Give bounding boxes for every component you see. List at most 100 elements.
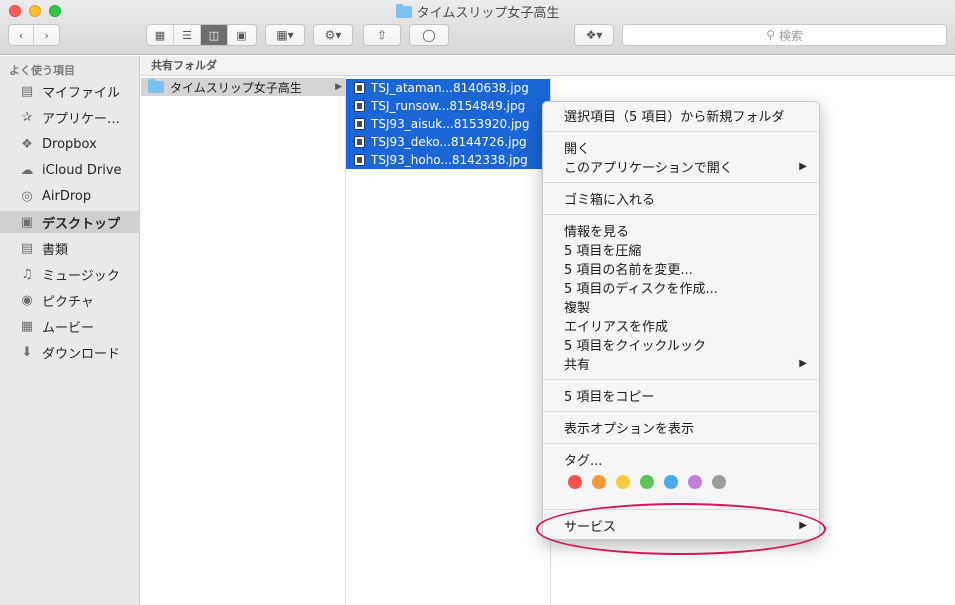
sidebar-item-label: アプリケー…: [42, 111, 121, 127]
tag-button[interactable]: ◯: [409, 24, 449, 46]
gear-icon: ⚙▾: [324, 28, 342, 42]
sidebar-item-downloads[interactable]: ⬇ ダウンロード: [0, 341, 140, 363]
arrange-button[interactable]: ▦▾: [265, 24, 305, 46]
sidebar-item-movies[interactable]: ▦ ムービー: [0, 315, 140, 337]
sidebar-item-icloud-drive[interactable]: ☁ iCloud Drive: [0, 159, 140, 181]
film-icon: ▦: [20, 318, 34, 334]
dropbox-icon: ❖▾: [585, 28, 603, 42]
column-view-button[interactable]: ◫: [201, 25, 228, 45]
menu-item-quick-look[interactable]: 5 項目をクイックルック: [543, 335, 819, 354]
sidebar-item-label: Dropbox: [42, 136, 97, 152]
share-button[interactable]: ⇧: [363, 24, 401, 46]
image-thumbnail-icon: [354, 100, 365, 112]
back-button[interactable]: ‹: [9, 25, 35, 45]
sidebar-item-pictures[interactable]: ◉ ピクチャ: [0, 289, 140, 311]
file-row[interactable]: TSJ93_deko...8144726.jpg: [346, 133, 550, 151]
sidebar-item-all-files[interactable]: ▤ マイファイル: [0, 80, 140, 102]
file-name: TSJ_ataman...8140638.jpg: [371, 81, 529, 95]
context-menu: 選択項目（5 項目）から新規フォルダ 開く このアプリケーションで開く ▶ ゴミ箱…: [542, 101, 820, 540]
tag-gray-dot[interactable]: [712, 475, 726, 489]
desktop-icon: ▣: [20, 214, 34, 230]
tag-green-dot[interactable]: [640, 475, 654, 489]
folder-row[interactable]: タイムスリップ女子高生 ▶: [141, 78, 345, 96]
menu-item-get-info[interactable]: 情報を見る: [543, 221, 819, 240]
menu-item-copy[interactable]: 5 項目をコピー: [543, 386, 819, 405]
list-icon: ☰: [182, 28, 192, 42]
sidebar-item-applications[interactable]: ✰ アプリケー…: [0, 106, 140, 128]
tag-yellow-dot[interactable]: [616, 475, 630, 489]
menu-item-label: 複製: [564, 301, 591, 316]
submenu-arrow-icon: ▶: [799, 161, 807, 172]
sidebar-item-documents[interactable]: ▤ 書類: [0, 237, 140, 259]
sidebar-item-music[interactable]: ♫ ミュージック: [0, 263, 140, 285]
file-row[interactable]: TSJ93_hoho...8142338.jpg: [346, 151, 550, 169]
menu-item-new-folder-with-selection[interactable]: 選択項目（5 項目）から新規フォルダ: [543, 106, 819, 125]
menu-item-label: タグ...: [564, 454, 603, 469]
document-icon: ▤: [20, 240, 34, 256]
sidebar-item-airdrop[interactable]: ◎ AirDrop: [0, 185, 140, 207]
menu-item-label: 5 項目の名前を変更...: [564, 263, 693, 278]
sidebar-item-label: ムービー: [42, 320, 95, 336]
airdrop-icon: ◎: [21, 188, 33, 204]
list-view-button[interactable]: ☰: [174, 25, 201, 45]
column-1: タイムスリップ女子高生 ▶: [141, 77, 346, 605]
sidebar-item-dropbox[interactable]: ❖ Dropbox: [0, 133, 140, 155]
menu-item-open-with[interactable]: このアプリケーションで開く ▶: [543, 157, 819, 176]
camera-icon: ◉: [21, 292, 33, 308]
all-files-icon: ▤: [20, 83, 34, 99]
tag-purple-dot[interactable]: [688, 475, 702, 489]
menu-item-label: 表示オプションを表示: [564, 422, 695, 437]
image-thumbnail-icon: [354, 118, 365, 130]
menu-item-move-to-trash[interactable]: ゴミ箱に入れる: [543, 189, 819, 208]
sidebar: よく使う項目 ▤ マイファイル ✰ アプリケー… ❖ Dropbox ☁ iCl…: [0, 56, 140, 605]
forward-button[interactable]: ›: [34, 25, 59, 45]
menu-item-label: ゴミ箱に入れる: [564, 193, 656, 208]
menu-separator: [543, 182, 819, 183]
arrange-grid-icon: ▦▾: [276, 28, 294, 42]
menu-item-share[interactable]: 共有 ▶: [543, 354, 819, 373]
icon-view-button[interactable]: ▦: [147, 25, 174, 45]
file-row[interactable]: TSJ93_aisuk...8153920.jpg: [346, 115, 550, 133]
menu-item-duplicate[interactable]: 複製: [543, 297, 819, 316]
sidebar-item-label: ピクチャ: [42, 294, 94, 310]
sidebar-item-label: マイファイル: [42, 85, 121, 101]
tag-blue-dot[interactable]: [664, 475, 678, 489]
file-name: TSJ_runsow...8154849.jpg: [371, 99, 526, 113]
menu-separator: [543, 131, 819, 132]
menu-item-show-view-options[interactable]: 表示オプションを表示: [543, 418, 819, 437]
search-icon: ⚲: [766, 28, 775, 42]
menu-separator: [543, 379, 819, 380]
menu-item-label: 5 項目のディスクを作成...: [564, 282, 718, 297]
file-name: TSJ93_hoho...8142338.jpg: [371, 153, 528, 167]
tag-red-dot[interactable]: [568, 475, 582, 489]
file-row[interactable]: TSJ_runsow...8154849.jpg: [346, 97, 550, 115]
dropbox-button[interactable]: ❖▾: [574, 24, 614, 46]
menu-item-label: 5 項目をコピー: [564, 390, 655, 405]
menu-item-label: 開く: [564, 142, 591, 157]
menu-item-open[interactable]: 開く: [543, 138, 819, 157]
music-icon: ♫: [21, 266, 33, 282]
file-row[interactable]: TSJ_ataman...8140638.jpg: [346, 79, 550, 97]
menu-item-burn[interactable]: 5 項目のディスクを作成...: [543, 278, 819, 297]
menu-item-label: このアプリケーションで開く: [564, 161, 733, 176]
sidebar-item-label: ダウンロード: [42, 346, 121, 362]
menu-item-make-alias[interactable]: エイリアスを作成: [543, 316, 819, 335]
window-title: タイムスリップ女子高生: [0, 2, 955, 21]
menu-item-rename[interactable]: 5 項目の名前を変更...: [543, 259, 819, 278]
menu-item-label: 共有: [564, 358, 591, 373]
tag-orange-dot[interactable]: [592, 475, 606, 489]
tag-color-picker: [543, 469, 819, 495]
disclosure-arrow-icon: ▶: [335, 82, 342, 92]
menu-item-compress[interactable]: 5 項目を圧縮: [543, 240, 819, 259]
path-header: 共有フォルダ: [141, 56, 955, 76]
submenu-arrow-icon: ▶: [799, 358, 807, 369]
image-thumbnail-icon: [354, 82, 365, 94]
chevron-left-icon: ‹: [18, 28, 24, 42]
sidebar-item-desktop[interactable]: ▣ デスクトップ: [0, 211, 140, 233]
menu-separator: [543, 214, 819, 215]
coverflow-view-button[interactable]: ▣: [228, 25, 255, 45]
search-input[interactable]: ⚲ 検索: [622, 24, 947, 46]
action-button[interactable]: ⚙▾: [313, 24, 353, 46]
menu-item-tags[interactable]: タグ...: [543, 450, 819, 469]
sidebar-item-label: AirDrop: [42, 188, 92, 204]
